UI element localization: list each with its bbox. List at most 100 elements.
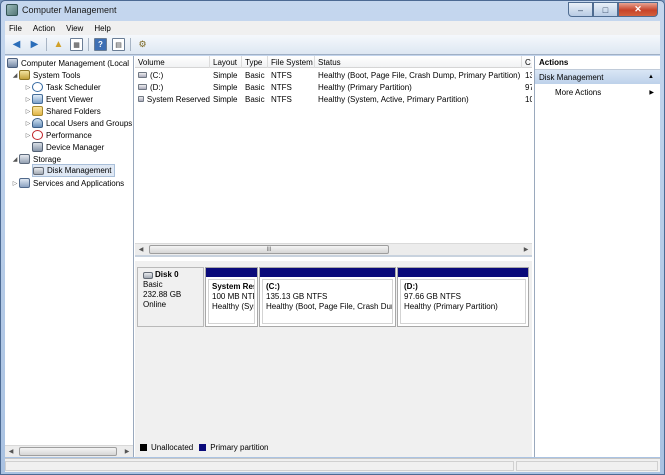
volume-name: System Reserved (146, 94, 210, 104)
tree-item-services-applications[interactable]: ▷ Services and Applications (11, 177, 124, 189)
legend-unallocated: Unallocated (151, 442, 194, 452)
partition-size: 100 MB NTF (212, 292, 255, 301)
volume-row[interactable]: System Reserved Simple Basic NTFS Health… (135, 93, 532, 105)
scroll-thumb[interactable] (19, 447, 117, 456)
collapsed-arrow-icon[interactable]: ▷ (24, 132, 32, 139)
tree-item-label: Local Users and Groups (46, 118, 133, 128)
scroll-right-icon[interactable]: ▶ (520, 244, 532, 255)
disk-icon (33, 166, 44, 175)
back-icon[interactable]: ◀ (10, 38, 23, 51)
collapsed-arrow-icon[interactable]: ▷ (24, 84, 32, 91)
submenu-arrow-icon: ▶ (649, 89, 654, 96)
volume-status: Healthy (System, Active, Primary Partiti… (318, 94, 469, 104)
tree-item-performance[interactable]: ▷ Performance (24, 129, 92, 141)
column-capacity[interactable]: C (522, 56, 532, 68)
partition-status: Healthy (Sys (212, 302, 255, 311)
tree-root[interactable]: Computer Management (Local (7, 57, 129, 69)
volume-row[interactable]: (C:) Simple Basic NTFS Healthy (Boot, Pa… (135, 69, 532, 81)
tree-item-event-viewer[interactable]: ▷ Event Viewer (24, 93, 93, 105)
scroll-left-icon[interactable]: ◀ (5, 446, 17, 457)
volume-horizontal-scrollbar[interactable]: ◀ III ▶ (135, 243, 532, 255)
menu-file[interactable]: File (9, 24, 22, 33)
up-folder-icon[interactable]: ▲ (52, 38, 65, 51)
collapse-arrow-icon[interactable]: ▲ (648, 74, 654, 80)
folder-icon (32, 106, 43, 116)
more-actions-item[interactable]: More Actions ▶ (535, 84, 660, 100)
volume-capacity: 97 (525, 82, 532, 92)
tree-item-label: System Tools (33, 70, 81, 80)
volume-type: Basic (245, 70, 265, 80)
column-type[interactable]: Type (242, 56, 268, 68)
expanded-arrow-icon[interactable]: ◢ (11, 72, 19, 79)
volume-file-system: NTFS (271, 82, 292, 92)
users-icon (32, 118, 43, 128)
tree-item-system-tools[interactable]: ◢ System Tools (11, 69, 80, 81)
partition-c[interactable]: (C:) 135.13 GB NTFS Healthy (Boot, Page … (259, 267, 396, 327)
collapsed-arrow-icon[interactable]: ▷ (24, 108, 32, 115)
column-file-system[interactable]: File System (268, 56, 315, 68)
device-manager-icon (32, 142, 43, 152)
partition-status: Healthy (Boot, Page File, Crash Dum (266, 302, 393, 311)
expanded-arrow-icon[interactable]: ◢ (11, 156, 19, 163)
menu-action[interactable]: Action (33, 24, 55, 33)
collapsed-arrow-icon[interactable]: ▷ (24, 120, 32, 127)
partition-d[interactable]: (D:) 97.66 GB NTFS Healthy (Primary Part… (397, 267, 529, 327)
volume-row[interactable]: (D:) Simple Basic NTFS Healthy (Primary … (135, 81, 532, 93)
column-layout[interactable]: Layout (210, 56, 242, 68)
tree-item-device-manager[interactable]: Device Manager (32, 141, 104, 153)
tree-item-label: Device Manager (46, 142, 105, 152)
partition-size: 135.13 GB NTFS (266, 292, 328, 301)
menu-help[interactable]: Help (94, 24, 110, 33)
tree-item-label: Event Viewer (46, 94, 93, 104)
legend-primary: Primary partition (210, 442, 269, 452)
unallocated-swatch (140, 443, 147, 451)
actions-section-label: Disk Management (539, 72, 604, 82)
properties-icon[interactable]: ▤ (112, 38, 125, 51)
tree-item-task-scheduler[interactable]: ▷ Task Scheduler (24, 81, 101, 93)
volume-capacity: 13 (525, 70, 532, 80)
tree-item-label: Services and Applications (33, 178, 125, 188)
tree-item-local-users[interactable]: ▷ Local Users and Groups (24, 117, 132, 129)
actions-pane: Actions Disk Management ▲ More Actions ▶ (534, 56, 660, 457)
disk-settings-icon[interactable]: ⚙ (136, 38, 149, 51)
disk-icon (143, 271, 153, 279)
menu-view[interactable]: View (66, 24, 83, 33)
column-volume[interactable]: Volume (135, 56, 210, 68)
column-status[interactable]: Status (315, 56, 522, 68)
disk-0-label[interactable]: Disk 0 Basic 232.88 GB Online (137, 267, 204, 327)
partition-name: System Res (212, 282, 255, 291)
partition-size: 97.66 GB NTFS (404, 292, 461, 301)
tree-horizontal-scrollbar[interactable]: ◀ ▶ (5, 445, 133, 457)
computer-icon (7, 58, 18, 68)
show-hide-tree-icon[interactable]: ▦ (70, 38, 83, 51)
performance-icon (32, 130, 43, 140)
partition-bar (206, 268, 257, 277)
maximize-button[interactable]: □ (593, 2, 618, 17)
maximize-icon: □ (602, 4, 609, 15)
close-button[interactable]: ✕ (618, 2, 658, 17)
volume-icon (138, 72, 147, 78)
tree-item-label: Disk Management (47, 166, 112, 175)
partition-system-reserved[interactable]: System Res 100 MB NTF Healthy (Sys (205, 267, 258, 327)
collapsed-arrow-icon[interactable]: ▷ (24, 96, 32, 103)
volume-status: Healthy (Primary Partition) (318, 82, 412, 92)
tree-item-disk-management[interactable]: Disk Management (32, 164, 116, 177)
minimize-button[interactable]: – (568, 2, 593, 17)
collapsed-arrow-icon[interactable]: ▷ (11, 180, 19, 187)
actions-section-disk-management[interactable]: Disk Management ▲ (535, 70, 660, 84)
tree-item-label: Task Scheduler (46, 82, 101, 92)
partition-bar (398, 268, 528, 277)
status-cell (5, 461, 514, 471)
disk-type: Basic (143, 280, 163, 289)
forward-icon[interactable]: ▶ (28, 38, 41, 51)
scroll-thumb[interactable]: III (149, 245, 389, 254)
scroll-left-icon[interactable]: ◀ (135, 244, 147, 255)
volume-icon (138, 84, 147, 90)
scroll-right-icon[interactable]: ▶ (121, 446, 133, 457)
help-icon[interactable]: ? (94, 38, 107, 51)
tree-item-shared-folders[interactable]: ▷ Shared Folders (24, 105, 101, 117)
title-bar[interactable]: Computer Management – □ ✕ (1, 1, 664, 21)
partition-bar (260, 268, 395, 277)
partition-name: (C:) (266, 282, 280, 291)
partition-status: Healthy (Primary Partition) (404, 302, 498, 311)
